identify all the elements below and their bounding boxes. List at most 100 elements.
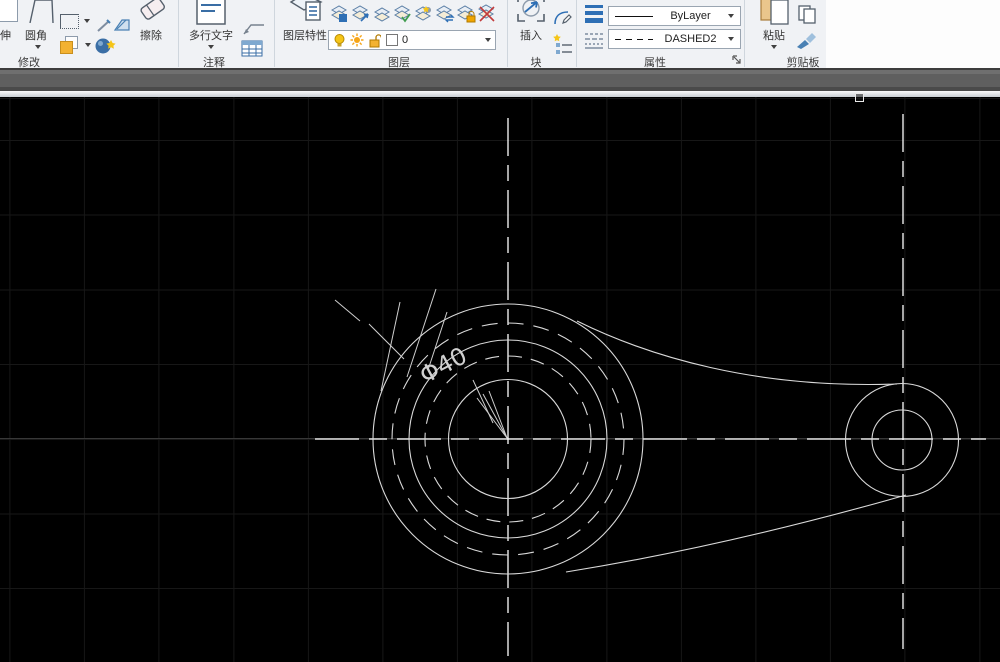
rectangle-icon	[60, 14, 79, 29]
paste-label: 粘贴	[763, 27, 785, 43]
edit-hatch-icon	[113, 16, 131, 34]
properties-dialog-launcher-icon[interactable]	[732, 55, 742, 65]
panel-label-properties[interactable]: 属性	[644, 54, 666, 67]
match-properties-button[interactable]	[795, 30, 819, 50]
erase-button[interactable]: 擦除	[132, 0, 172, 54]
linetype-caret-icon[interactable]	[728, 37, 734, 41]
layer-tools-row	[330, 2, 500, 26]
mtext-label: 多行文字	[189, 27, 233, 43]
panel-label-block[interactable]: 块	[531, 54, 542, 67]
layer-tools-icons[interactable]	[330, 2, 500, 26]
layer-properties-icon	[289, 0, 323, 26]
lineweight-value: ByLayer	[653, 10, 728, 22]
paste-caret-icon	[771, 45, 777, 49]
match-properties-brush-icon	[795, 30, 819, 50]
leader-button[interactable]	[241, 20, 267, 38]
table-button[interactable]	[241, 40, 263, 57]
leader-icon	[241, 20, 267, 38]
panel-annotate: 多行文字	[179, 0, 274, 68]
paste-button[interactable]: 粘贴	[755, 0, 793, 54]
copy-icon	[797, 4, 817, 24]
linetype-sample-line	[615, 39, 653, 40]
block-attributes-button[interactable]	[552, 32, 574, 56]
profile-top-arc	[577, 321, 897, 385]
layer-properties-button[interactable]: 图层特性	[281, 0, 329, 54]
cad-drawing: Φ40	[0, 97, 1000, 662]
explode-button[interactable]	[60, 36, 94, 56]
edit-polyline-icon	[96, 18, 112, 34]
layer-combo[interactable]: 0	[328, 30, 496, 50]
erase-icon	[136, 0, 170, 24]
layer-properties-label: 图层特性	[283, 27, 327, 43]
panel-label-layers[interactable]: 图层	[388, 54, 410, 67]
copy-button[interactable]	[797, 4, 817, 24]
linetype-icon-button[interactable]	[584, 30, 604, 50]
edit-polyline-button[interactable]	[96, 18, 112, 34]
leader-arrow-line	[483, 394, 507, 438]
block-edit-icon	[552, 8, 572, 28]
collapsed-titlebar	[0, 68, 1000, 91]
insert-label: 插入	[520, 27, 542, 43]
lineweight-caret-icon[interactable]	[728, 14, 734, 18]
panel-label-modify[interactable]: 修改	[18, 54, 40, 67]
fillet-label: 圆角	[25, 27, 47, 43]
fillet-icon	[26, 0, 56, 23]
panel-separator	[274, 0, 275, 67]
stretch-icon	[0, 0, 18, 22]
linetype-value: DASHED2	[653, 33, 728, 45]
mtext-icon	[195, 0, 227, 26]
profile-bottom-arc	[566, 495, 906, 572]
panel-separator	[744, 0, 745, 67]
fillet-caret-icon	[35, 45, 41, 49]
blend-curves-icon	[94, 36, 120, 56]
mtext-button[interactable]: 多行文字	[184, 0, 238, 54]
construction-line	[335, 300, 360, 321]
insert-button[interactable]: 插入	[513, 0, 549, 54]
explode-caret-icon	[85, 43, 91, 47]
panel-label-clipboard[interactable]: 剪贴板	[787, 54, 820, 67]
construction-line	[381, 302, 400, 391]
lineweight-icon-button[interactable]	[584, 3, 604, 23]
block-edit-button[interactable]	[552, 8, 572, 28]
mtext-caret-icon	[208, 45, 214, 49]
erase-label: 擦除	[140, 27, 162, 43]
fillet-button[interactable]: 圆角	[22, 0, 58, 54]
layer-combo-caret-icon[interactable]	[485, 38, 491, 42]
table-icon	[241, 40, 263, 57]
explode-icon	[60, 36, 78, 54]
stretch-button[interactable]: 伸	[0, 0, 18, 52]
lineweight-icon	[584, 3, 604, 23]
paste-icon	[759, 0, 791, 26]
panel-separator	[507, 0, 508, 67]
linetype-combo[interactable]: DASHED2	[608, 29, 741, 49]
leader-arrow-line	[489, 391, 507, 438]
rectangle-tool-button[interactable]	[60, 12, 92, 34]
app-window: { "ribbon": { "modify": {"label": "修改", …	[0, 0, 1000, 662]
construction-line	[369, 324, 404, 359]
panel-block: 插入	[508, 0, 576, 68]
panel-label-annotate[interactable]: 注释	[203, 54, 225, 67]
leader-arrow-line	[477, 398, 507, 438]
lineweight-combo[interactable]: ByLayer	[608, 6, 741, 26]
panel-separator	[178, 0, 179, 67]
model-space-canvas[interactable]: Φ40	[0, 97, 1000, 662]
lineweight-sample-line	[615, 16, 653, 17]
boss-bore-circle	[872, 410, 932, 470]
stretch-label: 伸	[0, 27, 11, 43]
boss-outer-circle	[846, 384, 959, 497]
rectangle-caret-icon	[84, 19, 90, 23]
ribbon-empty-area	[826, 0, 1000, 68]
dimension-text: Φ40	[415, 342, 472, 390]
sun-icon[interactable]	[350, 33, 364, 47]
layer-color-swatch[interactable]	[386, 34, 398, 46]
bulb-icon[interactable]	[333, 33, 346, 48]
linetype-icon	[584, 30, 604, 50]
blend-curves-button[interactable]	[94, 36, 120, 56]
insert-icon	[515, 0, 547, 24]
block-attributes-icon	[552, 32, 574, 56]
pickbox-cursor[interactable]	[855, 93, 864, 102]
edit-hatch-button[interactable]	[113, 16, 131, 34]
unlock-icon[interactable]	[368, 33, 381, 48]
ribbon: 伸 圆角	[0, 0, 1000, 68]
construction-line	[473, 380, 493, 423]
